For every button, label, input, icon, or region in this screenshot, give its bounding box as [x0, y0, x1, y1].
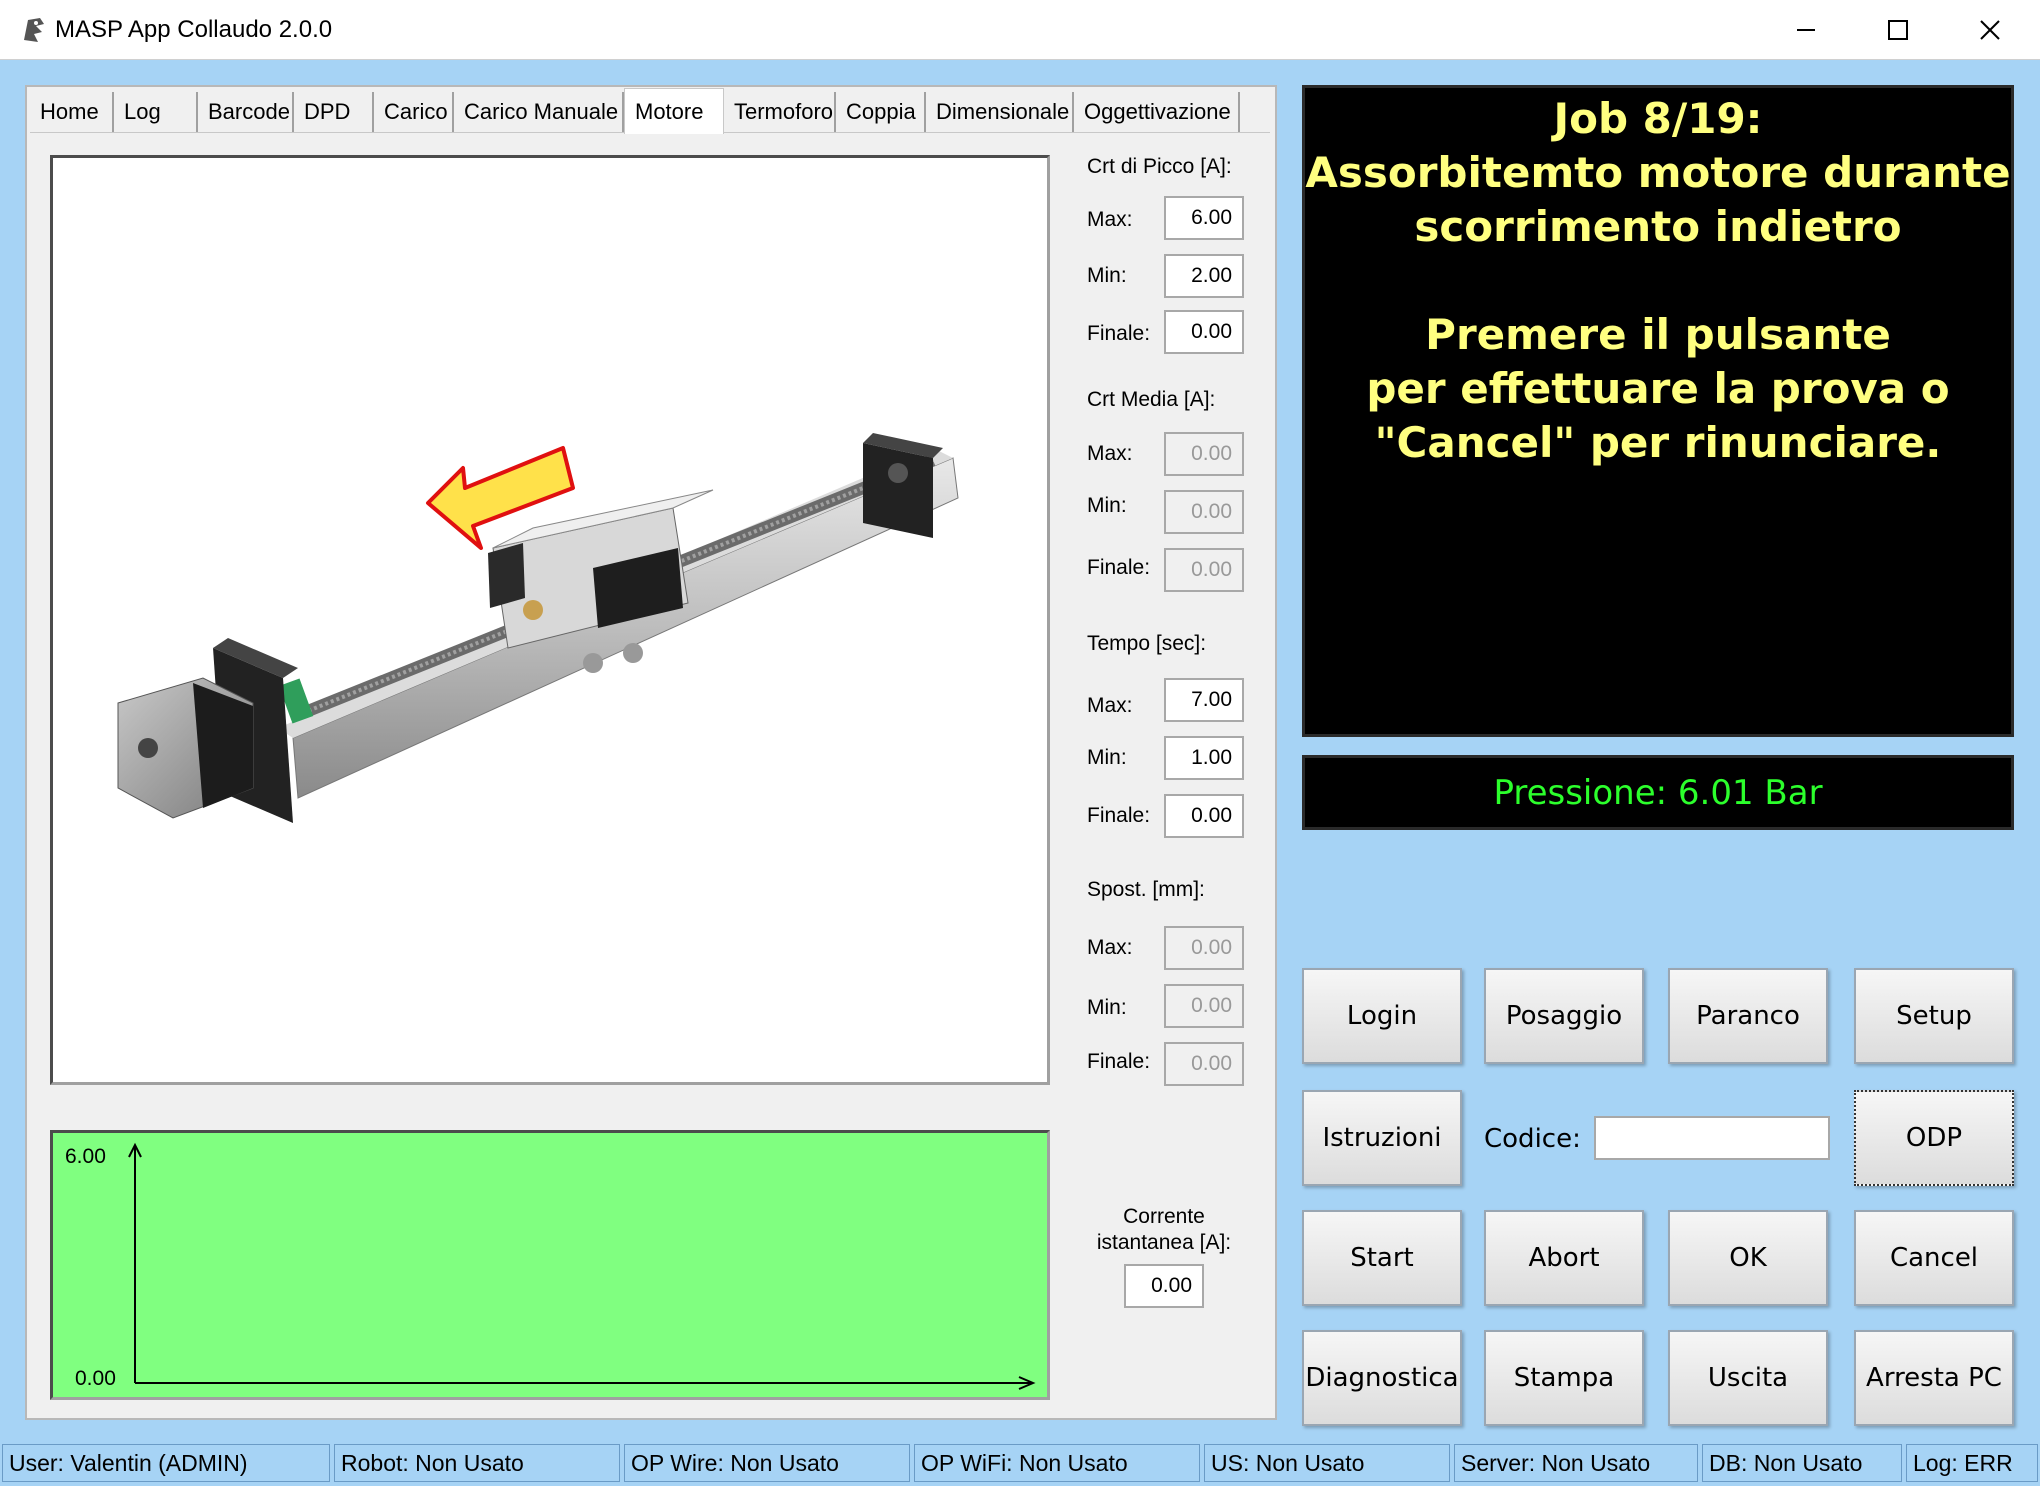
job-instructions-panel: Job 8/19: Assorbitemto motore durante sc… — [1302, 85, 2014, 737]
tempo-finale-label: Finale: — [1087, 804, 1151, 827]
spost-title: Spost. [mm]: — [1087, 878, 1205, 901]
linear-actuator-image — [117, 433, 959, 823]
job-description-line2: scorrimento indietro — [1414, 202, 1902, 251]
tab-coppia[interactable]: Coppia — [836, 92, 926, 132]
job-instruction-line2: per effettuare la prova o — [1366, 364, 1950, 413]
status-user: User: Valentin (ADMIN) — [2, 1444, 330, 1482]
spost-finale-field: 0.00 — [1164, 1042, 1244, 1086]
crt-picco-max-field[interactable]: 6.00 — [1164, 196, 1244, 240]
corrente-label: Corrente istantanea [A]: — [1080, 1204, 1248, 1256]
maximize-icon — [1888, 20, 1908, 40]
tab-dimensionale[interactable]: Dimensionale — [926, 92, 1074, 132]
start-button[interactable]: Start — [1302, 1210, 1462, 1306]
crt-media-finale-label: Finale: — [1087, 556, 1151, 579]
job-description-line1: Assorbitemto motore durante — [1305, 148, 2011, 197]
istruzioni-button[interactable]: Istruzioni — [1302, 1090, 1462, 1186]
status-us: US: Non Usato — [1204, 1444, 1450, 1482]
crt-media-finale-field: 0.00 — [1164, 548, 1244, 592]
pressure-display: Pressione: 6.01 Bar — [1302, 755, 2014, 830]
corrente-label-line1: Corrente — [1123, 1205, 1205, 1228]
app-logo-icon — [18, 14, 50, 46]
close-icon — [1980, 20, 2000, 40]
abort-button[interactable]: Abort — [1484, 1210, 1644, 1306]
status-db: DB: Non Usato — [1702, 1444, 1902, 1482]
motor-image-frame — [50, 155, 1050, 1085]
tempo-min-field[interactable]: 1.00 — [1164, 736, 1244, 780]
job-title: Job 8/19: — [1553, 94, 1763, 143]
tab-bar: Home Log Barcode DPD Carico Carico Manua… — [30, 88, 1270, 134]
spost-min-field: 0.00 — [1164, 984, 1244, 1028]
window-title: MASP App Collaudo 2.0.0 — [55, 16, 333, 43]
current-graph: 6.00 0.00 — [50, 1130, 1050, 1400]
tab-carico-manuale[interactable]: Carico Manuale — [454, 92, 624, 132]
tab-termoforo[interactable]: Termoforo — [724, 92, 836, 132]
odp-button[interactable]: ODP — [1854, 1090, 2014, 1186]
crt-picco-min-field[interactable]: 2.00 — [1164, 254, 1244, 298]
tab-log[interactable]: Log — [114, 92, 198, 132]
tab-barcode[interactable]: Barcode — [198, 92, 294, 132]
graph-axes — [128, 1142, 1036, 1390]
spost-min-label: Min: — [1087, 996, 1127, 1019]
status-robot: Robot: Non Usato — [334, 1444, 620, 1482]
crt-media-max-field: 0.00 — [1164, 432, 1244, 476]
spost-finale-label: Finale: — [1087, 1050, 1151, 1073]
job-instruction-line3: "Cancel" per rinunciare. — [1374, 418, 1942, 467]
crt-media-min-label: Min: — [1087, 494, 1127, 517]
crt-picco-finale-field[interactable]: 0.00 — [1164, 310, 1244, 354]
close-button[interactable] — [1944, 0, 2036, 60]
corrente-label-line2: istantanea [A]: — [1096, 1231, 1232, 1254]
tab-home[interactable]: Home — [30, 92, 114, 132]
tempo-title: Tempo [sec]: — [1087, 632, 1207, 655]
job-instruction-line1: Premere il pulsante — [1425, 310, 1891, 359]
status-server: Server: Non Usato — [1454, 1444, 1698, 1482]
ok-button[interactable]: OK — [1668, 1210, 1828, 1306]
cancel-button[interactable]: Cancel — [1854, 1210, 2014, 1306]
status-bar: User: Valentin (ADMIN) Robot: Non Usato … — [0, 1442, 2040, 1486]
arresta-pc-button[interactable]: Arresta PC — [1854, 1330, 2014, 1426]
setup-button[interactable]: Setup — [1854, 968, 2014, 1064]
tab-motore[interactable]: Motore — [624, 88, 724, 134]
paranco-button[interactable]: Paranco — [1668, 968, 1828, 1064]
tempo-min-label: Min: — [1087, 746, 1127, 769]
crt-media-min-field: 0.00 — [1164, 490, 1244, 534]
tempo-max-label: Max: — [1087, 694, 1133, 717]
corrente-field[interactable]: 0.00 — [1124, 1264, 1204, 1308]
tempo-max-field[interactable]: 7.00 — [1164, 678, 1244, 722]
crt-picco-max-label: Max: — [1087, 208, 1133, 231]
status-op-wifi: OP WiFi: Non Usato — [914, 1444, 1200, 1482]
minimize-icon — [1797, 29, 1815, 31]
posaggio-button[interactable]: Posaggio — [1484, 968, 1644, 1064]
maximize-button[interactable] — [1852, 0, 1944, 60]
codice-label: Codice: — [1484, 1124, 1581, 1154]
codice-input[interactable] — [1594, 1116, 1830, 1160]
crt-media-title: Crt Media [A]: — [1087, 388, 1216, 411]
crt-picco-min-label: Min: — [1087, 264, 1127, 287]
tab-oggettivazione[interactable]: Oggettivazione — [1074, 92, 1240, 132]
tab-dpd[interactable]: DPD — [294, 92, 374, 132]
diagnostica-button[interactable]: Diagnostica — [1302, 1330, 1462, 1426]
status-op-wire: OP Wire: Non Usato — [624, 1444, 910, 1482]
crt-picco-finale-label: Finale: — [1087, 322, 1151, 345]
minimize-button[interactable] — [1760, 0, 1852, 60]
spost-max-field: 0.00 — [1164, 926, 1244, 970]
login-button[interactable]: Login — [1302, 968, 1462, 1064]
tab-carico[interactable]: Carico — [374, 92, 454, 132]
crt-picco-title: Crt di Picco [A]: — [1087, 155, 1232, 178]
tempo-finale-field[interactable]: 0.00 — [1164, 794, 1244, 838]
uscita-button[interactable]: Uscita — [1668, 1330, 1828, 1426]
stampa-button[interactable]: Stampa — [1484, 1330, 1644, 1426]
title-bar: MASP App Collaudo 2.0.0 — [0, 0, 2040, 60]
crt-media-max-label: Max: — [1087, 442, 1133, 465]
spost-max-label: Max: — [1087, 936, 1133, 959]
status-log: Log: ERR — [1906, 1444, 2038, 1482]
